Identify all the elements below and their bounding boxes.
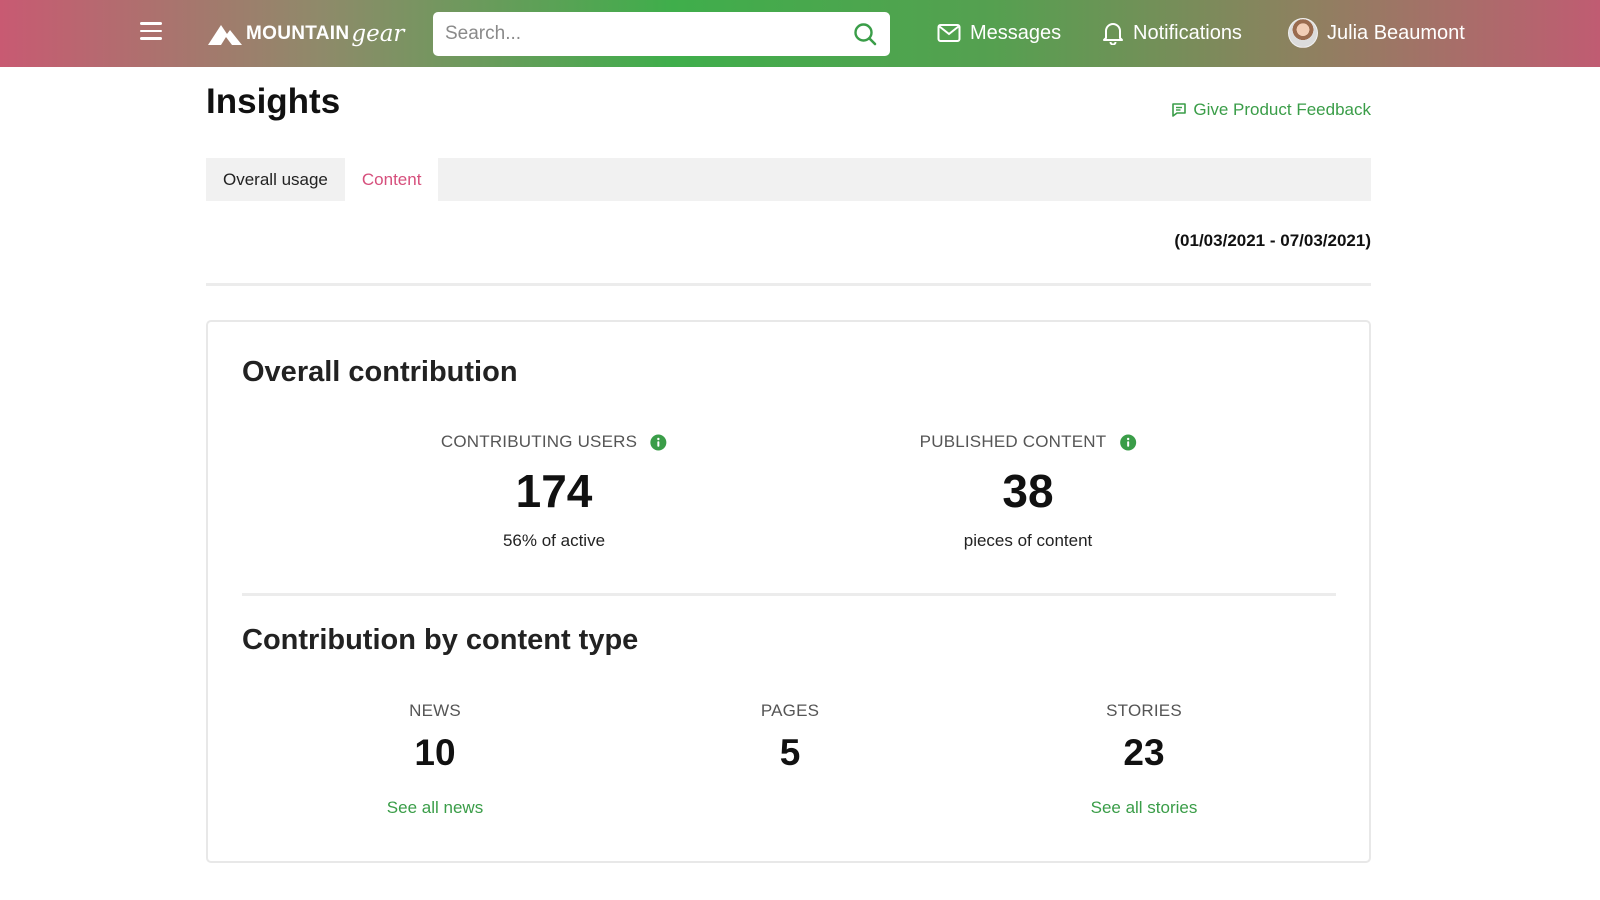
divider [206, 283, 1371, 286]
contributing-users-label-row: CONTRIBUTING USERS [441, 432, 667, 452]
content-type-title: Contribution by content type [242, 624, 639, 656]
insights-tabs: Overall usage Content [206, 158, 1371, 201]
notifications-link[interactable]: Notifications [1102, 17, 1242, 49]
notifications-label: Notifications [1133, 21, 1242, 44]
mountain-logo-icon [208, 25, 242, 45]
stories-stat: STORIES 23 See all stories [1091, 701, 1198, 818]
published-content-sub: pieces of content [963, 530, 1093, 550]
bell-icon [1103, 23, 1123, 45]
user-name: Julia Beaumont [1327, 21, 1465, 44]
search-box [433, 12, 890, 56]
pages-label: PAGES [760, 701, 820, 720]
contributing-users-stat: CONTRIBUTING USERS 174 56% of active [441, 432, 667, 551]
see-all-stories-link[interactable]: See all stories [1091, 798, 1198, 818]
feedback-icon [1172, 103, 1187, 117]
stories-value: 23 [1123, 732, 1165, 773]
section-divider [242, 593, 1336, 596]
brand-name: MOUNTAIN [246, 23, 350, 44]
pages-value: 5 [779, 732, 801, 773]
overall-contribution-title: Overall contribution [242, 356, 518, 388]
info-icon[interactable] [1119, 434, 1136, 451]
contributing-users-label: CONTRIBUTING USERS [440, 432, 638, 451]
published-content-value: 38 [1002, 465, 1054, 517]
tab-overall-usage[interactable]: Overall usage [206, 158, 345, 201]
tab-content[interactable]: Content [344, 158, 439, 201]
give-feedback-link[interactable]: Give Product Feedback [1171, 100, 1371, 120]
search-icon[interactable] [852, 21, 878, 47]
search-input[interactable] [433, 12, 852, 56]
brand-logo[interactable]: MOUNTAIN gear [206, 18, 404, 50]
user-menu[interactable]: Julia Beaumont [1288, 17, 1465, 49]
brand-script: gear [351, 21, 405, 47]
messages-link[interactable]: Messages [937, 17, 1061, 49]
see-all-news-link[interactable]: See all news [387, 798, 483, 818]
info-icon[interactable] [650, 434, 667, 451]
news-stat: NEWS 10 See all news [387, 701, 483, 818]
feedback-label: Give Product Feedback [1193, 100, 1371, 119]
news-value: 10 [414, 732, 456, 773]
page-title: Insights [206, 82, 341, 121]
contribution-card: Overall contribution CONTRIBUTING USERS … [206, 320, 1371, 863]
contributing-users-value: 174 [515, 465, 593, 517]
news-label: NEWS [409, 701, 461, 720]
pages-stat: PAGES 5 [761, 701, 819, 774]
menu-icon[interactable] [140, 22, 164, 44]
top-navigation-bar: MOUNTAIN gear Messages Notifications Jul… [0, 0, 1600, 67]
messages-label: Messages [970, 21, 1062, 44]
stories-label: STORIES [1106, 701, 1182, 720]
contributing-users-sub: 56% of active [502, 530, 606, 550]
envelope-icon [937, 24, 961, 42]
published-content-stat: PUBLISHED CONTENT 38 pieces of content [920, 432, 1137, 551]
date-range: (01/03/2021 - 07/03/2021) [1174, 231, 1371, 250]
avatar [1288, 18, 1318, 48]
published-content-label-row: PUBLISHED CONTENT [920, 432, 1137, 452]
published-content-label: PUBLISHED CONTENT [919, 432, 1107, 451]
